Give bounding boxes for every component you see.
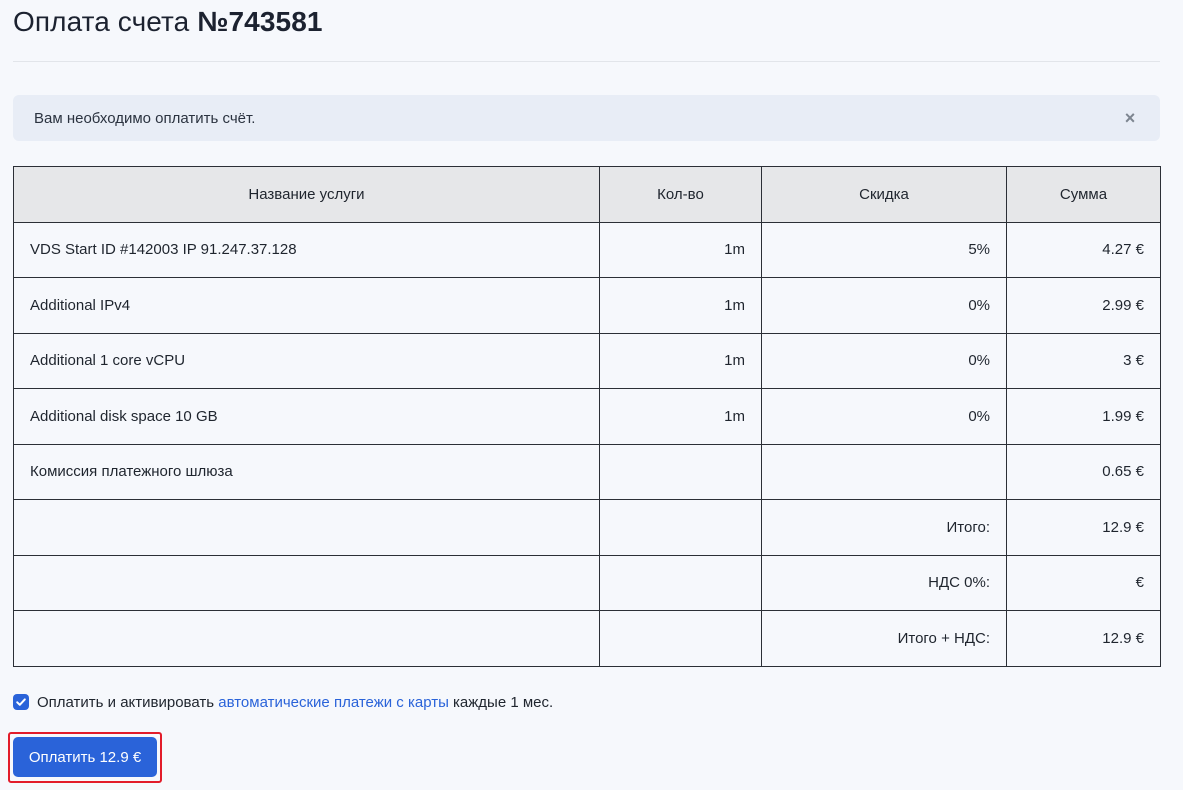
table-row: VDS Start ID #142003 IP 91.247.37.128 1m… bbox=[13, 221, 1161, 278]
empty-cell bbox=[13, 499, 600, 556]
empty-cell bbox=[599, 554, 762, 611]
autopay-text-after: каждые 1 мес. bbox=[448, 693, 554, 711]
service-name-cell: Additional IPv4 bbox=[13, 277, 600, 334]
page-title-prefix: Оплата счета bbox=[13, 6, 198, 37]
close-icon[interactable]: × bbox=[1120, 108, 1140, 128]
table-row: Additional disk space 10 GB 1m 0% 1.99 € bbox=[13, 388, 1161, 445]
alert-message: Вам необходимо оплатить счёт. bbox=[34, 109, 256, 127]
column-header-sum: Сумма bbox=[1006, 166, 1161, 223]
checkmark-icon bbox=[16, 698, 26, 706]
table-header-row: Название услуги Кол-во Скидка Сумма bbox=[13, 166, 1161, 223]
empty-cell bbox=[13, 610, 600, 667]
quantity-cell: 1m bbox=[599, 221, 762, 278]
vat-label: НДС 0%: bbox=[761, 554, 1007, 611]
column-header-quantity: Кол-во bbox=[599, 166, 762, 223]
sum-cell: 3 € bbox=[1006, 332, 1161, 389]
autopay-checkbox[interactable] bbox=[13, 694, 29, 710]
autopay-link[interactable]: автоматические платежи с карты bbox=[218, 694, 449, 711]
empty-cell bbox=[599, 499, 762, 556]
service-name-cell: Additional disk space 10 GB bbox=[13, 388, 600, 445]
autopay-text-before: Оплатить и активировать bbox=[37, 693, 219, 711]
service-name-cell: Additional 1 core vCPU bbox=[13, 332, 600, 389]
discount-cell: 5% bbox=[761, 221, 1007, 278]
service-name-cell: VDS Start ID #142003 IP 91.247.37.128 bbox=[13, 221, 600, 278]
vat-value: € bbox=[1006, 554, 1161, 611]
column-header-service: Название услуги bbox=[13, 166, 600, 223]
total-with-vat-row: Итого + НДС: 12.9 € bbox=[13, 610, 1161, 667]
discount-cell: 0% bbox=[761, 332, 1007, 389]
invoice-table: Название услуги Кол-во Скидка Сумма VDS … bbox=[13, 166, 1161, 667]
quantity-cell bbox=[599, 443, 762, 500]
sum-cell: 4.27 € bbox=[1006, 221, 1161, 278]
payment-alert: Вам необходимо оплатить счёт. × bbox=[13, 95, 1160, 141]
sum-cell: 1.99 € bbox=[1006, 388, 1161, 445]
discount-cell: 0% bbox=[761, 277, 1007, 334]
table-row: Additional IPv4 1m 0% 2.99 € bbox=[13, 277, 1161, 334]
vat-row: НДС 0%: € bbox=[13, 554, 1161, 611]
total-row: Итого: 12.9 € bbox=[13, 499, 1161, 556]
total-label: Итого: bbox=[761, 499, 1007, 556]
table-row: Комиссия платежного шлюза 0.65 € bbox=[13, 443, 1161, 500]
empty-cell bbox=[599, 610, 762, 667]
total-with-vat-value: 12.9 € bbox=[1006, 610, 1161, 667]
invoice-payment-page: Оплата счета №743581 Вам необходимо опла… bbox=[0, 0, 1183, 790]
quantity-cell: 1m bbox=[599, 332, 762, 389]
discount-cell bbox=[761, 443, 1007, 500]
total-value: 12.9 € bbox=[1006, 499, 1161, 556]
table-row: Additional 1 core vCPU 1m 0% 3 € bbox=[13, 332, 1161, 389]
discount-cell: 0% bbox=[761, 388, 1007, 445]
invoice-number: №743581 bbox=[197, 6, 323, 37]
empty-cell bbox=[13, 554, 600, 611]
sum-cell: 2.99 € bbox=[1006, 277, 1161, 334]
quantity-cell: 1m bbox=[599, 277, 762, 334]
autopay-option: Оплатить и активировать автоматические п… bbox=[13, 692, 553, 712]
service-name-cell: Комиссия платежного шлюза bbox=[13, 443, 600, 500]
sum-cell: 0.65 € bbox=[1006, 443, 1161, 500]
page-title: Оплата счета №743581 bbox=[13, 4, 323, 40]
title-divider bbox=[13, 61, 1160, 62]
column-header-discount: Скидка bbox=[761, 166, 1007, 223]
total-with-vat-label: Итого + НДС: bbox=[761, 610, 1007, 667]
quantity-cell: 1m bbox=[599, 388, 762, 445]
pay-button[interactable]: Оплатить 12.9 € bbox=[13, 737, 157, 777]
